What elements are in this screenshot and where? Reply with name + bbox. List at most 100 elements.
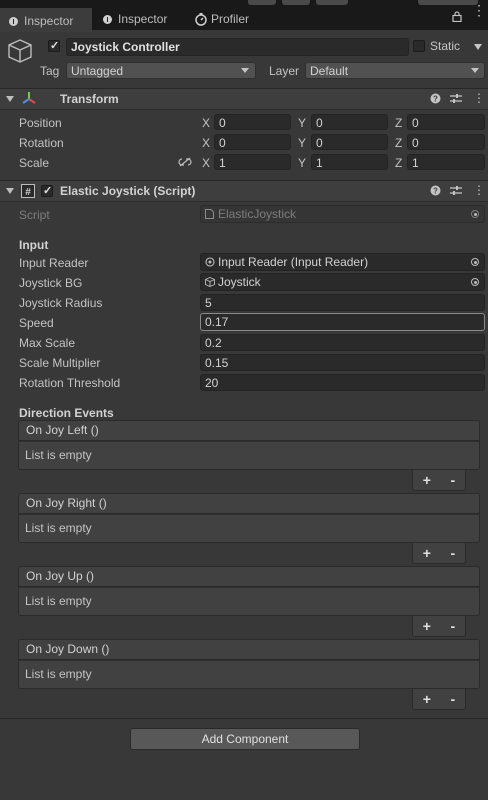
object-picker-icon[interactable] — [471, 258, 479, 266]
joystick-bg-value: Joystick — [218, 275, 261, 289]
event-list-footer: + - — [412, 689, 466, 710]
scriptable-object-icon — [205, 257, 215, 267]
static-label: Static — [430, 39, 461, 53]
svg-text:#: # — [25, 187, 31, 198]
event-header-on-joy-down: On Joy Down () — [18, 639, 480, 660]
help-icon[interactable]: ? — [430, 93, 441, 104]
svg-text:?: ? — [433, 95, 438, 104]
remove-listener-button[interactable]: - — [451, 545, 456, 561]
event-list-body: List is empty — [18, 660, 480, 689]
foldout-arrow-icon[interactable] — [6, 188, 14, 194]
scale-label: Scale — [19, 156, 50, 170]
transform-icon — [22, 92, 36, 104]
static-checkbox[interactable] — [413, 40, 425, 52]
event-header-on-joy-right: On Joy Right () — [18, 493, 480, 514]
chevron-down-icon[interactable] — [474, 44, 482, 50]
input-reader-value: Input Reader (Input Reader) — [218, 255, 369, 269]
chevron-down-icon — [241, 68, 249, 73]
rotation-label: Rotation — [19, 136, 64, 150]
remove-listener-button[interactable]: - — [451, 691, 456, 707]
preset-icon[interactable] — [450, 93, 462, 104]
rotation-threshold-field[interactable]: 20 — [200, 374, 485, 391]
add-listener-button[interactable]: + — [423, 618, 431, 634]
add-component-button[interactable]: Add Component — [130, 728, 360, 750]
input-reader-field[interactable]: Input Reader (Input Reader) — [200, 253, 485, 271]
axis-y-label: Y — [298, 116, 307, 130]
remove-listener-button[interactable]: - — [451, 472, 456, 488]
tag-dropdown[interactable]: Untagged — [66, 62, 256, 79]
joystick-bg-field[interactable]: Joystick — [200, 273, 485, 291]
add-listener-button[interactable]: + — [423, 545, 431, 561]
remove-listener-button[interactable]: - — [451, 618, 456, 634]
event-header-on-joy-left: On Joy Left () — [18, 420, 480, 441]
object-picker-icon — [471, 210, 479, 218]
tag-label: Tag — [40, 64, 60, 78]
script-icon: # — [21, 184, 35, 198]
tab-menu-icon[interactable]: ⋮ — [472, 3, 486, 17]
toolbar-button[interactable] — [418, 0, 478, 5]
active-checkbox[interactable] — [48, 39, 60, 52]
layer-label: Layer — [269, 64, 300, 78]
layer-value: Default — [310, 64, 349, 78]
toolbar-button[interactable] — [282, 0, 310, 5]
axis-x-label: X — [202, 156, 211, 170]
speed-field[interactable]: 0.17 — [200, 313, 485, 331]
foldout-arrow-icon[interactable] — [6, 96, 14, 102]
scale-multiplier-label: Scale Multiplier — [19, 356, 101, 370]
rotation-x-field[interactable]: 0 — [214, 134, 291, 150]
gameobject-cube-icon — [205, 277, 215, 287]
preset-icon[interactable] — [450, 185, 462, 196]
axis-z-label: Z — [395, 156, 403, 170]
section-events-heading: Direction Events — [19, 406, 114, 420]
rotation-z-field[interactable]: 0 — [407, 134, 485, 150]
tab-inspector-active[interactable]: Inspector — [0, 8, 92, 32]
event-list-footer: + - — [412, 616, 466, 637]
layer-dropdown[interactable]: Default — [305, 62, 485, 79]
scale-z-field[interactable]: 1 — [407, 154, 485, 170]
gameobject-cube-icon — [8, 39, 32, 63]
axis-x-label: X — [202, 136, 211, 150]
scale-y-field[interactable]: 1 — [311, 154, 388, 170]
component-enabled-checkbox[interactable] — [41, 184, 53, 197]
tab-profiler[interactable]: Profiler — [186, 8, 276, 30]
component-menu-icon[interactable]: ⋮ — [473, 183, 485, 197]
position-y-field[interactable]: 0 — [311, 114, 388, 130]
tab-inspector[interactable]: Inspector — [94, 8, 186, 30]
axis-z-label: Z — [395, 116, 403, 130]
event-list-body: List is empty — [18, 514, 480, 543]
tag-value: Untagged — [71, 64, 124, 78]
event-list-body: List is empty — [18, 441, 480, 470]
axis-z-label: Z — [395, 136, 403, 150]
toolbar-button[interactable] — [248, 0, 276, 5]
event-list-body: List is empty — [18, 587, 480, 616]
tab-label: Inspector — [118, 12, 168, 26]
add-listener-button[interactable]: + — [423, 691, 431, 707]
rotation-y-field[interactable]: 0 — [311, 134, 388, 150]
axis-y-label: Y — [298, 156, 307, 170]
object-picker-icon[interactable] — [471, 278, 479, 286]
position-x-field[interactable]: 0 — [214, 114, 291, 130]
info-icon — [103, 14, 112, 24]
event-list-footer: + - — [412, 470, 466, 491]
speed-label: Speed — [19, 316, 54, 330]
lock-icon[interactable] — [452, 11, 462, 22]
event-header-on-joy-up: On Joy Up () — [18, 566, 480, 587]
input-reader-label: Input Reader — [19, 256, 89, 270]
event-list-footer: + - — [412, 543, 466, 564]
joystick-radius-field[interactable]: 5 — [200, 294, 485, 311]
gameobject-name-field[interactable]: Joystick Controller — [66, 38, 409, 56]
chevron-down-icon — [471, 68, 479, 73]
constrain-proportions-icon[interactable] — [178, 157, 192, 167]
component-menu-icon[interactable]: ⋮ — [473, 91, 485, 105]
scale-multiplier-field[interactable]: 0.15 — [200, 354, 485, 371]
position-z-field[interactable]: 0 — [407, 114, 485, 130]
add-listener-button[interactable]: + — [423, 472, 431, 488]
help-icon[interactable]: ? — [430, 185, 441, 196]
script-field: ElasticJoystick — [200, 205, 485, 223]
tab-label: Inspector — [24, 14, 74, 28]
max-scale-field[interactable]: 0.2 — [200, 334, 485, 351]
max-scale-label: Max Scale — [19, 336, 76, 350]
script-component-title: Elastic Joystick (Script) — [60, 184, 196, 198]
scale-x-field[interactable]: 1 — [214, 154, 291, 170]
toolbar-button[interactable] — [316, 0, 348, 5]
